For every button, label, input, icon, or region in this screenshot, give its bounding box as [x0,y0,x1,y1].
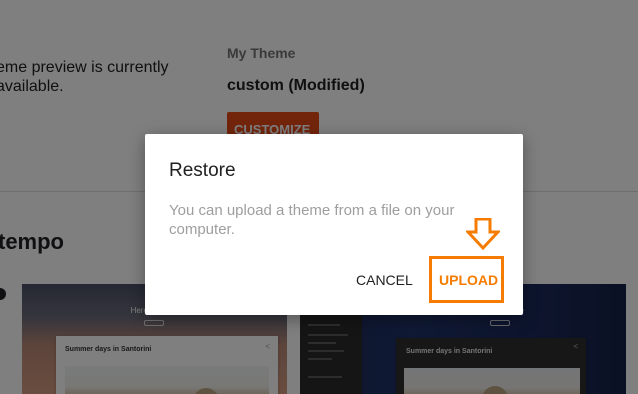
dialog-body-text: You can upload a theme from a file on yo… [169,202,455,238]
arrow-down-icon [466,218,500,250]
cancel-button[interactable]: CANCEL [356,272,413,288]
dialog-title: Restore [169,160,236,181]
upload-highlight-box [429,256,504,303]
